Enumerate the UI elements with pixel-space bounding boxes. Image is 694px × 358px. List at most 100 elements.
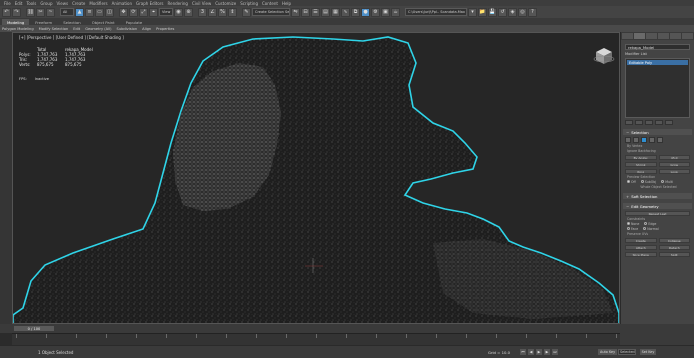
menu-item-customize[interactable]: Customize — [215, 1, 236, 6]
soft-selection-rollout[interactable]: + Soft Selection — [623, 193, 692, 199]
preserve-uvs-checkbox[interactable]: Preserve UVs — [627, 232, 690, 236]
ribbon-panel-geometry-all[interactable]: Geometry (All) — [85, 27, 111, 31]
modifier-list-dropdown[interactable]: Modifier List — [625, 52, 690, 56]
ribbon-panel-properties[interactable]: Properties — [156, 27, 174, 31]
material-editor-icon[interactable]: ● — [361, 7, 370, 17]
save-icon[interactable]: 💾 — [488, 7, 497, 17]
select-object-icon[interactable]: ▲ — [75, 7, 84, 17]
ribbon-toggle-icon[interactable]: ▦ — [331, 7, 340, 17]
preview-subobj-radio[interactable]: SubObj — [640, 180, 656, 184]
make-unique-icon[interactable] — [645, 120, 653, 125]
ribbon-panel-polygon-modeling[interactable]: Polygon Modeling — [2, 27, 34, 31]
help-icon[interactable]: ? — [528, 7, 537, 17]
rectangular-selection-icon[interactable]: ▭ — [95, 7, 104, 17]
split-checkbox[interactable]: Split — [658, 252, 690, 257]
menu-item-animation[interactable]: Animation — [112, 1, 132, 6]
menu-item-modifiers[interactable]: Modifiers — [89, 1, 107, 6]
element-level-icon[interactable] — [657, 137, 663, 143]
hierarchy-tab-icon[interactable] — [646, 33, 657, 39]
stack-item-editable-poly[interactable]: Editable Poly — [627, 60, 688, 65]
by-vertex-checkbox[interactable]: By Vertex — [627, 144, 690, 148]
menu-item-create[interactable]: Create — [72, 1, 85, 6]
workspace-path-dropdown[interactable]: C:\Users\Jurij\Ppl.. Scandata.Max — [405, 8, 467, 16]
menu-item-file[interactable]: File — [4, 1, 11, 6]
remove-modifier-icon[interactable] — [655, 120, 663, 125]
menu-item-civil-view[interactable]: Civil View — [192, 1, 211, 6]
unlink-icon[interactable]: ✂ — [36, 7, 45, 17]
scale-icon[interactable]: ⤢ — [139, 7, 148, 17]
ribbon-panel-subdivision[interactable]: Subdivision — [117, 27, 138, 31]
open-folder-icon[interactable]: 📁 — [478, 7, 487, 17]
set-key-button[interactable]: Set Key — [640, 349, 656, 355]
schematic-view-icon[interactable]: ⧉ — [351, 7, 360, 17]
object-name-field[interactable]: rekapa_Model — [625, 44, 690, 50]
ribbon-panel-edit[interactable]: Edit — [73, 27, 80, 31]
vertex-level-icon[interactable] — [625, 137, 631, 143]
ring-button[interactable]: Ring — [625, 169, 657, 174]
perspective-viewport[interactable]: [+] [Perspective ] [User Defined ] [Defa… — [12, 32, 620, 324]
link-icon[interactable]: ⛓ — [26, 7, 35, 17]
configure-sets-icon[interactable] — [665, 120, 673, 125]
menu-item-graph-editors[interactable]: Graph Editors — [136, 1, 163, 6]
grow-button[interactable]: Grow — [658, 162, 690, 167]
select-by-name-icon[interactable]: ≡ — [85, 7, 94, 17]
undo-icon[interactable]: ↶ — [2, 7, 11, 17]
selection-filter-dropdown[interactable]: All — [60, 8, 74, 16]
curve-editor-icon[interactable]: ∿ — [341, 7, 350, 17]
next-frame-icon[interactable]: ▶ — [544, 349, 550, 355]
preview-off-radio[interactable]: Off — [627, 180, 636, 184]
viewcube-icon[interactable] — [593, 45, 615, 67]
constraint-none-radio[interactable]: None — [627, 222, 639, 226]
align-icon[interactable]: ⊟ — [301, 7, 310, 17]
track-bar[interactable] — [12, 333, 620, 345]
rendered-frame-window-icon[interactable]: ▣ — [381, 7, 390, 17]
rotate-icon[interactable]: ⟳ — [129, 7, 138, 17]
by-angle-checkbox[interactable]: By Angle: — [625, 155, 657, 160]
ignore-backfacing-checkbox[interactable]: Ignore Backfacing — [627, 149, 690, 153]
border-level-icon[interactable] — [641, 137, 647, 143]
modifier-stack[interactable]: Editable Poly — [625, 58, 690, 118]
render-preset-icon[interactable]: ◎ — [518, 7, 527, 17]
constraint-face-radio[interactable]: Face — [627, 227, 638, 231]
polygon-level-icon[interactable] — [649, 137, 655, 143]
display-tab-icon[interactable] — [670, 33, 681, 39]
detach-button[interactable]: Detach — [658, 245, 690, 250]
project-folder-icon[interactable]: ▾ — [468, 7, 477, 17]
motion-tab-icon[interactable] — [658, 33, 669, 39]
menu-item-group[interactable]: Group — [40, 1, 52, 6]
selection-rollout[interactable]: − Selection — [623, 129, 692, 135]
create-tab-icon[interactable] — [622, 33, 633, 39]
named-selection-dropdown[interactable]: Create Selection Se — [252, 8, 290, 16]
spinner-snap-icon[interactable]: ⇕ — [228, 7, 237, 17]
modify-tab-icon[interactable] — [634, 33, 645, 39]
recent-files-icon[interactable]: ↺ — [498, 7, 507, 17]
select-manipulate-icon[interactable]: ⊕ — [184, 7, 193, 17]
percent-snap-icon[interactable]: % — [218, 7, 227, 17]
attach-button[interactable]: Attach — [625, 245, 657, 250]
ribbon-panel-modify-selection[interactable]: Modify Selection — [39, 27, 69, 31]
repeat-last-button[interactable]: Repeat Last — [625, 211, 690, 216]
menu-item-edit[interactable]: Edit — [15, 1, 23, 6]
menu-item-tools[interactable]: Tools — [26, 1, 36, 6]
go-to-start-icon[interactable]: ⏮ — [520, 349, 526, 355]
auto-key-button[interactable]: Auto Key — [598, 349, 618, 355]
snapshot-icon[interactable]: ◈ — [508, 7, 517, 17]
utilities-tab-icon[interactable] — [682, 33, 693, 39]
window-crossing-icon[interactable]: ◫ — [105, 7, 114, 17]
mirror-icon[interactable]: ⇋ — [291, 7, 300, 17]
render-setup-icon[interactable]: ⚙ — [371, 7, 380, 17]
shrink-button[interactable]: Shrink — [625, 162, 657, 167]
play-icon[interactable]: ▶ — [536, 349, 542, 355]
time-slider[interactable]: 0 / 100 — [14, 326, 54, 331]
place-icon[interactable]: ⌖ — [149, 7, 158, 17]
ribbon-panel-align[interactable]: Align — [142, 27, 151, 31]
constraint-normal-radio[interactable]: Normal — [643, 227, 659, 231]
constraint-edge-radio[interactable]: Edge — [644, 222, 656, 226]
reference-coordinate-dropdown[interactable]: View — [159, 8, 173, 16]
angle-spinner[interactable]: 45.0 — [658, 155, 690, 160]
slice-plane-button[interactable]: Slice Plane — [625, 252, 657, 257]
viewport-label-menu[interactable]: [+] [Perspective ] [User Defined ] [Defa… — [19, 35, 124, 40]
angle-snap-icon[interactable]: ∠ — [208, 7, 217, 17]
menu-item-scripting[interactable]: Scripting — [240, 1, 258, 6]
menu-item-rendering[interactable]: Rendering — [168, 1, 188, 6]
